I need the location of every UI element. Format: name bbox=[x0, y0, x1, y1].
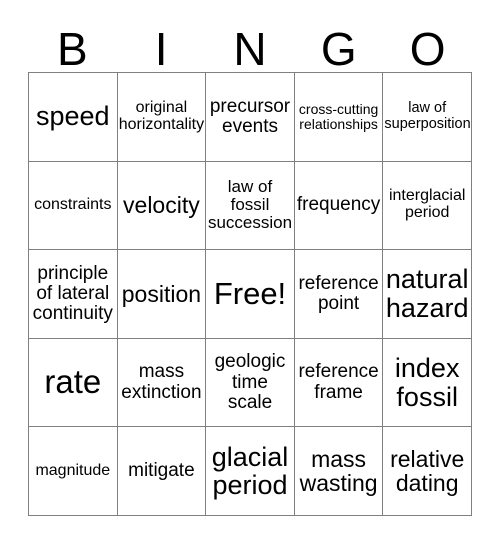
bingo-cell-label: interglacial period bbox=[388, 187, 466, 222]
bingo-free-space[interactable]: Free! bbox=[206, 250, 295, 339]
bingo-cell-label: mitigate bbox=[128, 460, 195, 482]
bingo-header-letter-i: I bbox=[154, 23, 168, 75]
bingo-cell-r4-c4[interactable]: reference frame bbox=[294, 338, 384, 428]
bingo-cell-r1-c2[interactable]: original horizontality bbox=[117, 73, 207, 162]
bingo-cell-r5-c5[interactable]: relative dating bbox=[383, 427, 472, 516]
bingo-header-letter-n: N bbox=[233, 23, 267, 75]
bingo-header-letter-o: O bbox=[409, 23, 446, 75]
bingo-cell-r3-c2[interactable]: position bbox=[117, 250, 207, 339]
bingo-cell-label: speed bbox=[36, 101, 110, 132]
bingo-cell-r3-c4[interactable]: reference point bbox=[294, 250, 384, 339]
bingo-cell-label: rate bbox=[44, 363, 102, 401]
bingo-cell-r5-c1[interactable]: magnitude bbox=[29, 427, 118, 516]
bingo-cell-r2-c1[interactable]: constraints bbox=[29, 161, 118, 251]
bingo-cell-r2-c3[interactable]: law of fossil succession bbox=[206, 161, 295, 251]
bingo-cell-label: constraints bbox=[34, 195, 112, 213]
bingo-cell-r4-c1[interactable]: rate bbox=[29, 338, 118, 428]
bingo-cell-r5-c3[interactable]: glacial period bbox=[206, 427, 295, 516]
bingo-cell-r4-c2[interactable]: mass extinction bbox=[117, 338, 207, 428]
bingo-cell-label: magnitude bbox=[35, 461, 111, 479]
bingo-cell-r3-c5[interactable]: natural hazard bbox=[383, 250, 472, 339]
bingo-cell-label: law of superposition bbox=[384, 100, 471, 132]
bingo-cell-label: original horizontality bbox=[118, 98, 205, 133]
bingo-cell-r1-c4[interactable]: cross-cutting relationships bbox=[294, 73, 384, 162]
bingo-cell-label: relative dating bbox=[390, 445, 465, 497]
bingo-cell-label: frequency bbox=[296, 194, 381, 216]
bingo-cell-label: law of fossil succession bbox=[207, 177, 293, 233]
bingo-cell-label: glacial period bbox=[211, 441, 289, 501]
bingo-cell-r3-c1[interactable]: principle of lateral continuity bbox=[29, 250, 118, 339]
bingo-header-letter-b: B bbox=[57, 23, 88, 75]
bingo-cell-r2-c2[interactable]: velocity bbox=[117, 161, 207, 251]
bingo-cell-label: precursor events bbox=[209, 95, 291, 137]
bingo-card: B I N G O speed original horizontality pre… bbox=[0, 0, 500, 544]
bingo-cell-label: principle of lateral continuity bbox=[32, 262, 113, 325]
bingo-cell-label: Free! bbox=[213, 275, 287, 311]
bingo-cell-label: natural hazard bbox=[385, 264, 469, 323]
bingo-cell-r2-c5[interactable]: interglacial period bbox=[383, 161, 472, 251]
bingo-cell-r5-c2[interactable]: mitigate bbox=[117, 427, 207, 516]
bingo-cell-label: velocity bbox=[123, 192, 200, 219]
bingo-cell-label: reference point bbox=[298, 272, 379, 314]
bingo-cell-label: index fossil bbox=[394, 352, 460, 412]
bingo-cell-r1-c1[interactable]: speed bbox=[29, 73, 118, 162]
bingo-grid: speed original horizontality precursor eve… bbox=[28, 72, 472, 516]
bingo-cell-r4-c3[interactable]: geologic time scale bbox=[206, 338, 295, 428]
bingo-cell-r1-c3[interactable]: precursor events bbox=[206, 73, 295, 162]
bingo-cell-label: mass wasting bbox=[299, 445, 378, 497]
bingo-cell-label: cross-cutting relationships bbox=[298, 100, 379, 132]
bingo-cell-r2-c4[interactable]: frequency bbox=[294, 161, 384, 251]
bingo-header: B I N G O bbox=[28, 16, 472, 72]
bingo-cell-label: mass extinction bbox=[121, 361, 202, 403]
bingo-cell-label: geologic time scale bbox=[214, 351, 286, 413]
bingo-header-letter-g: G bbox=[320, 23, 357, 75]
bingo-cell-r1-c5[interactable]: law of superposition bbox=[383, 73, 472, 162]
bingo-cell-r4-c5[interactable]: index fossil bbox=[383, 338, 472, 428]
bingo-cell-label: reference frame bbox=[298, 361, 379, 403]
bingo-cell-r5-c4[interactable]: mass wasting bbox=[294, 427, 384, 516]
bingo-cell-label: position bbox=[121, 280, 202, 307]
